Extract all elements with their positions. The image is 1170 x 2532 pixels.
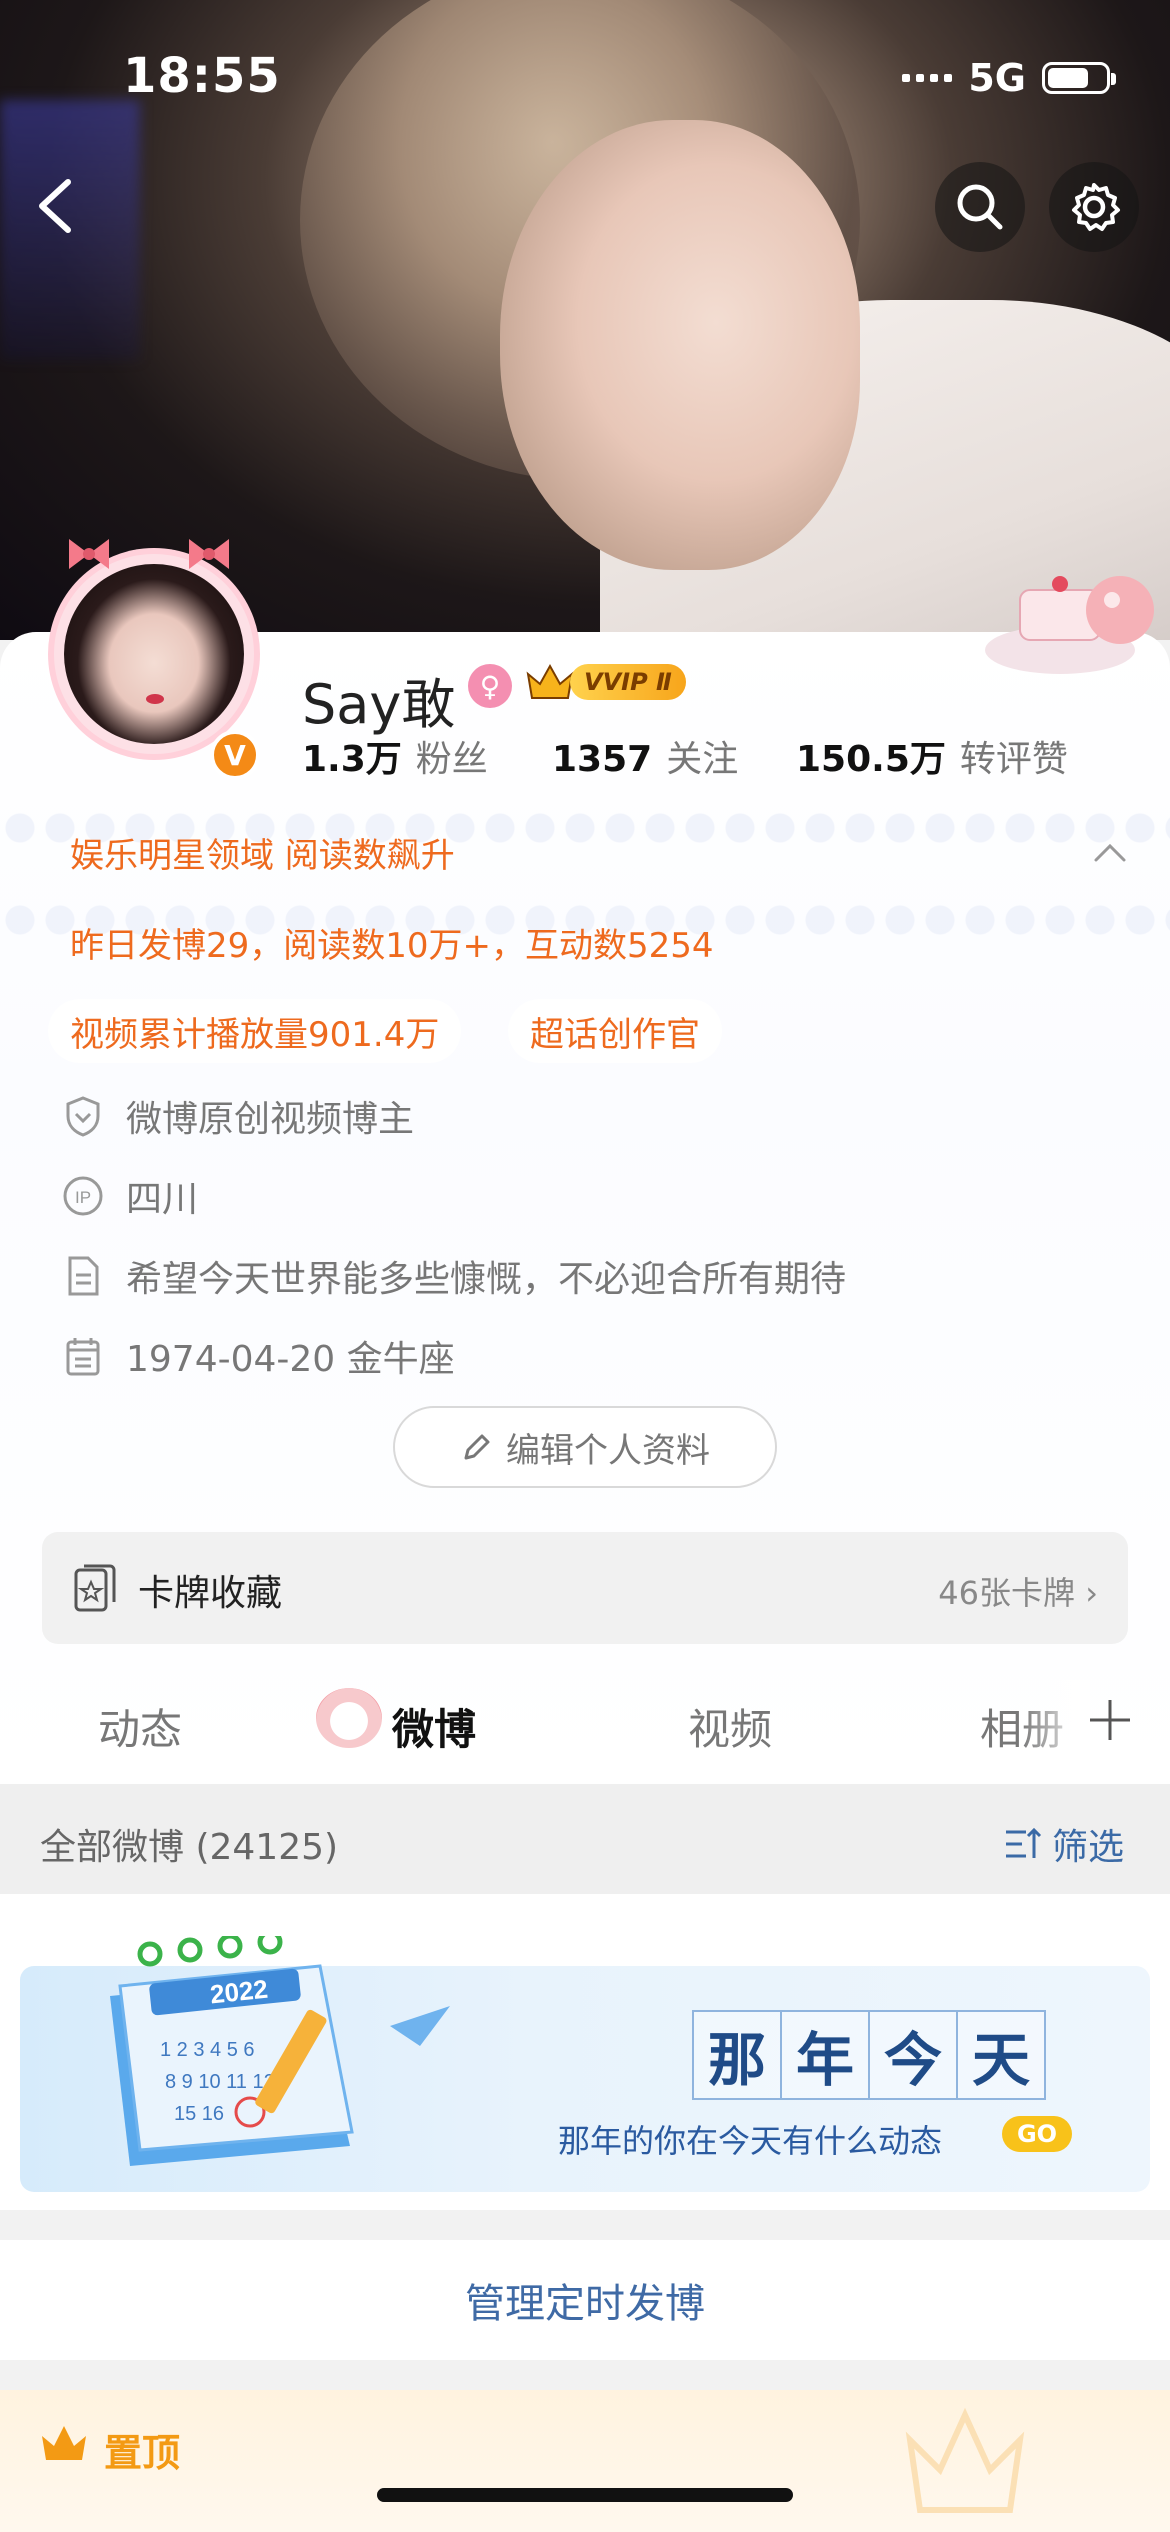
sticker-cake-icon [985,576,1154,674]
avatar [64,564,244,744]
crown-icon [526,663,574,699]
settings-button[interactable] [1049,162,1139,252]
search-button[interactable] [935,162,1025,252]
pinned-label: 置顶 [104,2431,181,2475]
back-button[interactable] [26,166,86,246]
gear-icon [1072,183,1120,231]
svg-text:8 9 10 11 12: 8 9 10 11 12 [165,2071,275,2093]
signal-icon [902,74,953,82]
svg-text:15 16: 15 16 [174,2103,224,2125]
svg-text:IP: IP [75,1188,91,1207]
tab-video[interactable]: 视频 [688,1696,772,1757]
info-row-verification: 微博原创视频博主 [60,1090,414,1142]
verified-badge: V [210,730,260,780]
chevron-left-icon [39,179,71,233]
crown-watermark-icon [905,2407,1025,2513]
info-row-bio: 希望今天世界能多些慷慨，不必迎合所有期待 [60,1250,846,1302]
username: Say敢 [302,673,456,736]
add-tab-icon[interactable] [1086,1696,1134,1744]
home-indicator [377,2488,793,2502]
on-this-day-title: 那 年 今 天 [692,2010,1046,2100]
on-this-day-subtitle: 那年的你在今天有什么动态 [558,2122,943,2160]
female-icon: ♀ [468,664,512,708]
title-char: 那 [692,2010,782,2100]
filter-button[interactable]: 筛选 [1002,1818,1124,1870]
info-row-ip: IP 四川 [60,1170,198,1222]
manage-scheduled-posts-button[interactable]: 管理定时发博 [0,2240,1170,2360]
filter-bar: 全部微博 (24125) 筛选 [0,1784,1170,1894]
on-this-day-banner[interactable]: 2022 1 2 3 4 5 6 8 9 10 11 12 15 16 那 年 … [20,1936,1150,2192]
go-button[interactable]: GO [1002,2116,1072,2152]
profile-tabs: 动态 微博 视频 相册 [0,1660,1170,1784]
search-icon [957,184,1003,230]
svg-text:2022: 2022 [209,1974,270,2010]
tab-fade [1020,1680,1090,1760]
document-icon [68,1256,99,1296]
pill-supertopic[interactable]: 超话创作官 [508,999,722,1063]
card-collection-count: 46张卡牌 › [938,1574,1098,1612]
all-weibo-count: 全部微博 (24125) [40,1827,339,1868]
calendar-illustration-icon: 2022 1 2 3 4 5 6 8 9 10 11 12 15 16 [110,1936,450,2166]
hot-title[interactable]: 娱乐明星领域 阅读数飙升 [70,828,455,877]
tab-dynamics[interactable]: 动态 [98,1696,182,1757]
title-char: 天 [956,2010,1046,2100]
on-this-day-section: 2022 1 2 3 4 5 6 8 9 10 11 12 15 16 那 年 … [0,1894,1170,2210]
svg-text:1 2 3 4 5 6: 1 2 3 4 5 6 [160,2039,255,2061]
card-collection-row[interactable]: 卡牌收藏 46张卡牌 › [42,1532,1128,1644]
title-char: 年 [780,2010,870,2100]
stat-following[interactable]: 1357 关注 [552,730,738,782]
ip-icon: IP [63,1176,103,1216]
pill-video-plays[interactable]: 视频累计播放量901.4万 [48,999,462,1063]
stat-interactions[interactable]: 150.5万 转评赞 [796,730,1068,782]
pinned-section: 置顶 [0,2390,1170,2532]
card-collection-title: 卡牌收藏 [138,1573,283,1614]
chevron-up-icon[interactable] [1092,840,1128,864]
edit-profile-button[interactable]: 编辑个人资料 [393,1406,777,1488]
stat-followers[interactable]: 1.3万 粉丝 [302,730,488,782]
hot-detail: 昨日发博29，阅读数10万+，互动数5254 [70,926,714,966]
battery-icon [1042,62,1116,94]
vip-tag: VVIP Ⅱ [570,664,686,700]
apple-sticker-icon [316,1688,382,1748]
pencil-icon [464,1434,490,1460]
crown-icon [42,2426,86,2460]
status-indicators: 5G [902,56,1116,100]
network-type: 5G [968,56,1026,100]
calendar-icon [66,1338,100,1376]
info-row-birthday: 1974-04-20 金牛座 [60,1330,455,1382]
edit-profile-label: 编辑个人资料 [506,1430,710,1471]
bow-icon [69,539,109,569]
bow-icon [189,539,229,569]
title-char: 今 [868,2010,958,2100]
tab-weibo[interactable]: 微博 [392,1696,476,1757]
cover-figure-face [500,120,860,570]
shield-icon [66,1096,100,1137]
status-time: 18:55 [123,48,281,104]
card-icon [74,1564,116,1612]
vip-badge[interactable]: VVIP Ⅱ [524,660,686,704]
filter-icon [1005,1827,1042,1858]
